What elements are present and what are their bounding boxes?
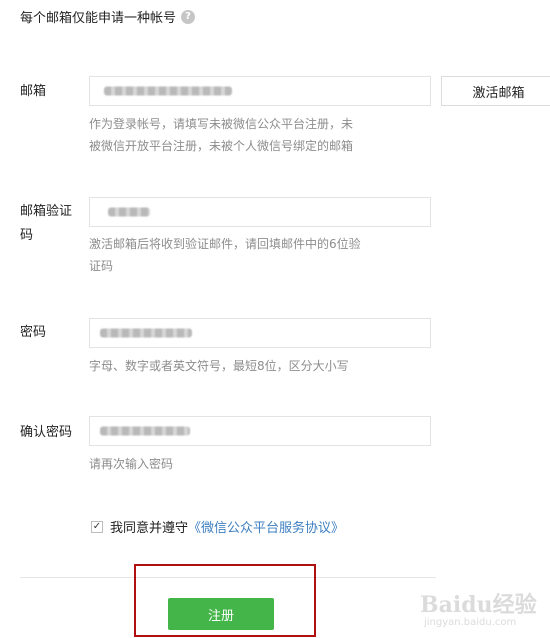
watermark-main: Baidu经验 bbox=[420, 592, 537, 618]
email-code-input[interactable] bbox=[89, 197, 431, 227]
form-notice: 每个邮箱仅能申请一种帐号 ? bbox=[20, 7, 196, 26]
agreement-row: ✓ 我同意并遵守 《微信公众平台服务协议》 bbox=[91, 517, 344, 536]
email-hint-line2: 被微信开放平台注册，未被个人微信号绑定的邮箱 bbox=[89, 139, 354, 153]
password-label: 密码 bbox=[20, 325, 47, 340]
confirm-password-hint: 请再次输入密码 bbox=[89, 457, 174, 471]
password-value-blurred bbox=[100, 328, 192, 338]
baidu-watermark: Baidu经验 jingyan.baidu.com bbox=[420, 587, 548, 635]
password-hint: 字母、数字或者英文符号，最短8位，区分大小写 bbox=[89, 359, 349, 373]
code-label-line2: 码 bbox=[20, 228, 34, 243]
code-hint-line2: 证码 bbox=[89, 259, 114, 273]
service-agreement-link[interactable]: 《微信公众平台服务协议》 bbox=[188, 517, 344, 536]
notice-text: 每个邮箱仅能申请一种帐号 bbox=[20, 11, 177, 26]
code-hint-line1: 激活邮箱后将收到验证邮件，请回填邮件中的6位验 bbox=[89, 237, 361, 251]
email-hint-line1: 作为登录帐号，请填写未被微信公众平台注册，未 bbox=[89, 117, 354, 131]
agreement-text: 我同意并遵守 bbox=[110, 521, 189, 536]
agreement-checkbox[interactable]: ✓ bbox=[91, 520, 103, 533]
code-label-line1: 邮箱验证 bbox=[20, 204, 73, 219]
help-icon[interactable]: ? bbox=[181, 9, 196, 24]
email-value-blurred bbox=[104, 86, 232, 96]
confirm-password-label: 确认密码 bbox=[20, 425, 73, 440]
code-hint: 激活邮箱后将收到验证邮件，请回填邮件中的6位验 证码 bbox=[89, 233, 419, 277]
email-hint: 作为登录帐号，请填写未被微信公众平台注册，未 被微信开放平台注册，未被个人微信号… bbox=[89, 113, 419, 157]
email-input[interactable] bbox=[89, 76, 431, 106]
register-button[interactable]: 注册 bbox=[168, 598, 274, 630]
confirm-password-input[interactable] bbox=[89, 416, 431, 446]
code-label: 邮箱验证 码 bbox=[20, 200, 86, 248]
code-value-blurred bbox=[108, 207, 150, 217]
activate-email-button[interactable]: 激活邮箱 bbox=[441, 76, 550, 106]
email-label: 邮箱 bbox=[20, 84, 47, 99]
password-input[interactable] bbox=[89, 318, 431, 348]
watermark-sub: jingyan.baidu.com bbox=[424, 617, 517, 628]
confirm-password-value-blurred bbox=[100, 426, 190, 436]
